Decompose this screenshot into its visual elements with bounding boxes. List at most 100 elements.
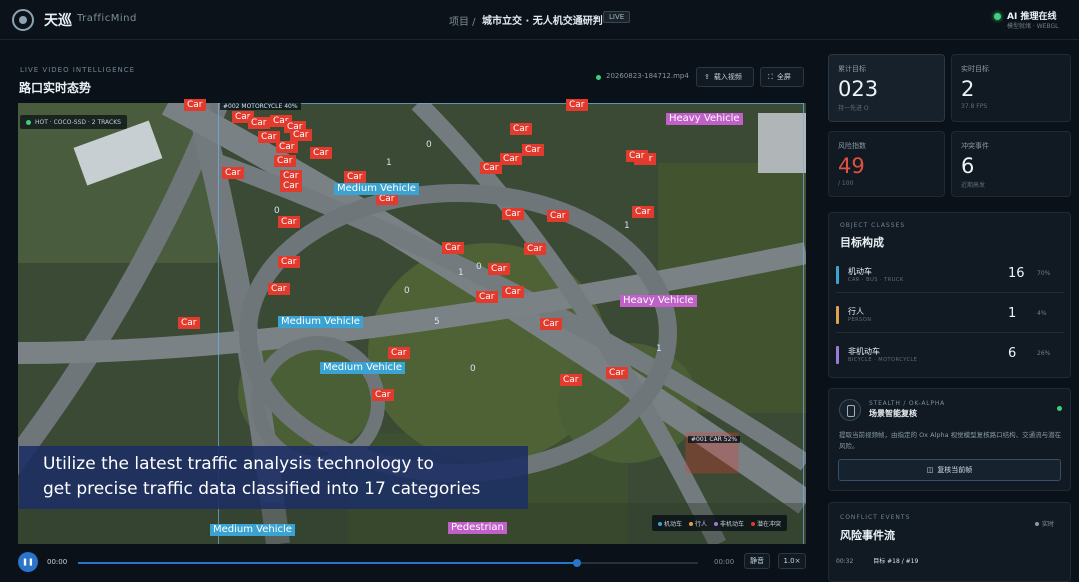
brand-name: 天巡 xyxy=(44,13,72,29)
stat-sub: / 100 xyxy=(838,180,854,187)
medium-vehicle-tag: Medium Vehicle xyxy=(334,183,419,195)
heavy-vehicle-tag: Heavy Vehicle xyxy=(620,295,697,307)
legend-item: 机动车 xyxy=(658,519,682,528)
panel-eyebrow: STEALTH / OK-ALPHA xyxy=(869,400,946,407)
heavy-vehicle-tag: Heavy Vehicle xyxy=(666,113,743,125)
stat-label: 累计目标 xyxy=(838,65,866,73)
legend-label: 非机动车 xyxy=(720,520,745,528)
pause-button[interactable]: ❚❚ xyxy=(18,552,38,572)
car-tag: Car xyxy=(372,389,394,401)
class-color-bar xyxy=(836,346,839,364)
class-row-vehicle: 机动车 CAR · BUS · TRUCK 16 70% xyxy=(836,262,1065,296)
page-title: 路口实时态势 xyxy=(19,81,92,95)
conflict-event-row[interactable]: 00:32 目标 #18 / #19 xyxy=(836,556,1062,570)
detection-hud: HOT · COCO-SSD · 2 TRACKS xyxy=(20,115,127,129)
fullscreen-label: 全屏 xyxy=(776,73,791,81)
class-percent: 4% xyxy=(1037,310,1047,317)
medium-vehicle-tag: Medium Vehicle xyxy=(210,524,295,536)
panel-title: 目标构成 xyxy=(840,236,884,249)
track-id: 1 xyxy=(386,158,392,168)
caption-line: Utilize the latest traffic analysis tech… xyxy=(43,454,434,474)
stat-sub: 37.8 FPS xyxy=(961,103,988,110)
progress-fill xyxy=(78,562,574,564)
car-tag: Car xyxy=(480,162,502,174)
status-dot-icon xyxy=(994,13,1001,20)
live-label: 实时 xyxy=(1042,521,1055,528)
stat-label: 实时目标 xyxy=(961,65,989,73)
class-name: 行人 xyxy=(848,307,864,316)
car-tag: Car xyxy=(626,150,648,162)
progress-track[interactable] xyxy=(78,562,698,564)
medium-vehicle-tag: Medium Vehicle xyxy=(320,362,405,374)
car-tag: Car xyxy=(540,318,562,330)
section-eyebrow: LIVE VIDEO INTELLIGENCE xyxy=(20,66,136,74)
car-tag: Car xyxy=(344,171,366,183)
load-video-label: 载入视频 xyxy=(713,73,742,81)
box-label: #002 MOTORCYCLE 40% xyxy=(220,103,301,110)
car-tag: Car xyxy=(278,216,300,228)
medium-vehicle-tag: Medium Vehicle xyxy=(278,316,363,328)
end-time: 00:00 xyxy=(714,558,735,566)
load-video-button[interactable]: ⇪ 载入视频 xyxy=(696,67,754,87)
car-tag: Car xyxy=(222,167,244,179)
hud-dot-icon xyxy=(26,119,31,125)
upload-icon: ⇪ xyxy=(704,73,710,81)
divider xyxy=(836,292,1064,293)
car-tag: Car xyxy=(502,208,524,220)
legend-label: 潜在冲突 xyxy=(757,520,782,528)
event-time: 00:32 xyxy=(836,558,854,565)
pause-icon: ❚❚ xyxy=(22,558,34,566)
car-tag: Car xyxy=(566,99,588,111)
car-tag: Car xyxy=(547,210,569,222)
car-tag: Car xyxy=(178,317,200,329)
panel-title: 风险事件流 xyxy=(840,529,895,542)
divider xyxy=(836,332,1064,333)
class-count: 1 xyxy=(1008,306,1017,321)
stat-card-risk: 风险指数 49 / 100 xyxy=(828,131,945,197)
stat-card-conflicts: 冲突事件 6 近期高发 xyxy=(951,131,1071,197)
stat-card-live: 实时目标 2 37.8 FPS xyxy=(951,54,1071,122)
track-id: 1 xyxy=(458,268,464,278)
mute-button[interactable]: 静音 xyxy=(744,553,770,569)
review-frame-button[interactable]: ◫ 复核当前帧 xyxy=(838,459,1061,481)
panel-title: 场景智能复核 xyxy=(869,409,917,418)
progress-knob[interactable] xyxy=(573,559,581,567)
car-tag: Car xyxy=(510,123,532,135)
live-indicator: 实时 xyxy=(1035,519,1054,528)
review-frame-label: 复核当前帧 xyxy=(937,466,973,474)
review-icon xyxy=(839,399,861,421)
fullscreen-button[interactable]: ⛶ 全屏 xyxy=(760,67,804,87)
stat-value: 49 xyxy=(838,154,865,178)
class-color-bar xyxy=(836,306,839,324)
legend-label: 行人 xyxy=(695,520,708,528)
status-dot-icon xyxy=(1057,406,1062,411)
legend-item: 潜在冲突 xyxy=(751,519,781,528)
legend: 机动车 行人 非机动车 潜在冲突 xyxy=(652,515,788,531)
car-tag: Car xyxy=(560,374,582,386)
class-sub: BICYCLE · MOTORCYCLE xyxy=(848,357,918,363)
track-id: 0 xyxy=(426,140,432,150)
car-tag: Car xyxy=(476,291,498,303)
breadcrumb-title: 城市立交 · 无人机交通研判 xyxy=(482,16,603,27)
panel-eyebrow: OBJECT CLASSES xyxy=(840,222,906,229)
track-id: 1 xyxy=(624,221,630,231)
stat-sub: 近期高发 xyxy=(961,182,986,189)
car-tag: Car xyxy=(632,206,654,218)
class-percent: 70% xyxy=(1037,270,1051,277)
car-tag: Car xyxy=(502,286,524,298)
breadcrumb-root[interactable]: 项目 / xyxy=(449,13,476,28)
stat-label: 风险指数 xyxy=(838,142,866,150)
class-name: 机动车 xyxy=(848,267,872,276)
fullscreen-icon: ⛶ xyxy=(768,72,773,81)
legend-label: 机动车 xyxy=(664,520,683,528)
class-row-nonmotor: 非机动车 BICYCLE · MOTORCYCLE 6 26% xyxy=(836,342,1065,376)
car-tag: Car xyxy=(388,347,410,359)
stat-label: 冲突事件 xyxy=(961,142,989,150)
box-label: #001 CAR 52% xyxy=(688,436,741,443)
file-status-dot-icon xyxy=(596,75,601,80)
car-tag: Car xyxy=(500,153,522,165)
panel-description: 提取当前视频帧，由指定的 Ox Alpha 视觉模型复核路口结构、交通流与潜在风… xyxy=(839,431,1062,450)
speed-select[interactable]: 1.0× xyxy=(778,553,806,569)
car-tag: Car xyxy=(268,283,290,295)
class-name: 非机动车 xyxy=(848,347,880,356)
